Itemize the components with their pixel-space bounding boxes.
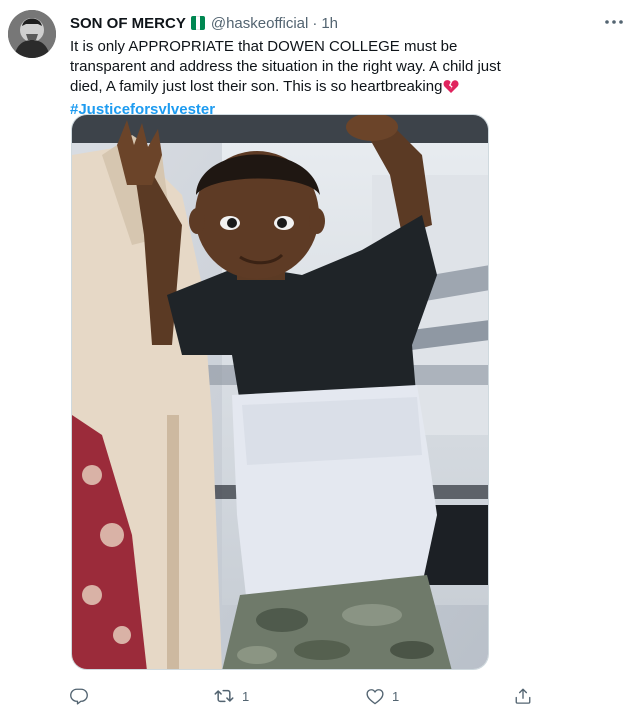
retweet-button[interactable]: 1: [214, 682, 249, 710]
share-icon: [514, 687, 532, 705]
photo-image: [72, 115, 488, 669]
author-name[interactable]: SON OF MERCY: [70, 15, 186, 32]
tweet-actions: 1 1: [62, 682, 582, 710]
tweet-timestamp[interactable]: 1h: [321, 15, 338, 32]
tweet-header: SON OF MERCY @haskeofficial · 1h: [70, 12, 600, 34]
share-button[interactable]: [514, 682, 532, 710]
tweet[interactable]: SON OF MERCY @haskeofficial · 1h It is o…: [0, 0, 640, 720]
avatar[interactable]: [8, 10, 56, 58]
tweet-photo[interactable]: [71, 114, 489, 670]
avatar-image: [8, 10, 56, 58]
broken-heart-icon: [443, 79, 459, 100]
tweet-text-main: It is only APPROPRIATE that DOWEN COLLEG…: [70, 38, 501, 95]
nigeria-flag-icon: [190, 16, 205, 30]
author-handle[interactable]: @haskeofficial: [211, 15, 309, 32]
reply-button[interactable]: [70, 682, 96, 710]
like-button[interactable]: 1: [366, 682, 399, 710]
retweet-count: 1: [242, 688, 250, 704]
tweet-text: It is only APPROPRIATE that DOWEN COLLEG…: [70, 37, 510, 120]
heart-icon: [366, 688, 384, 705]
retweet-icon: [214, 687, 234, 705]
separator-dot: ·: [312, 14, 318, 32]
more-options-icon[interactable]: [602, 12, 626, 32]
reply-icon: [70, 687, 88, 705]
like-count: 1: [392, 688, 400, 704]
